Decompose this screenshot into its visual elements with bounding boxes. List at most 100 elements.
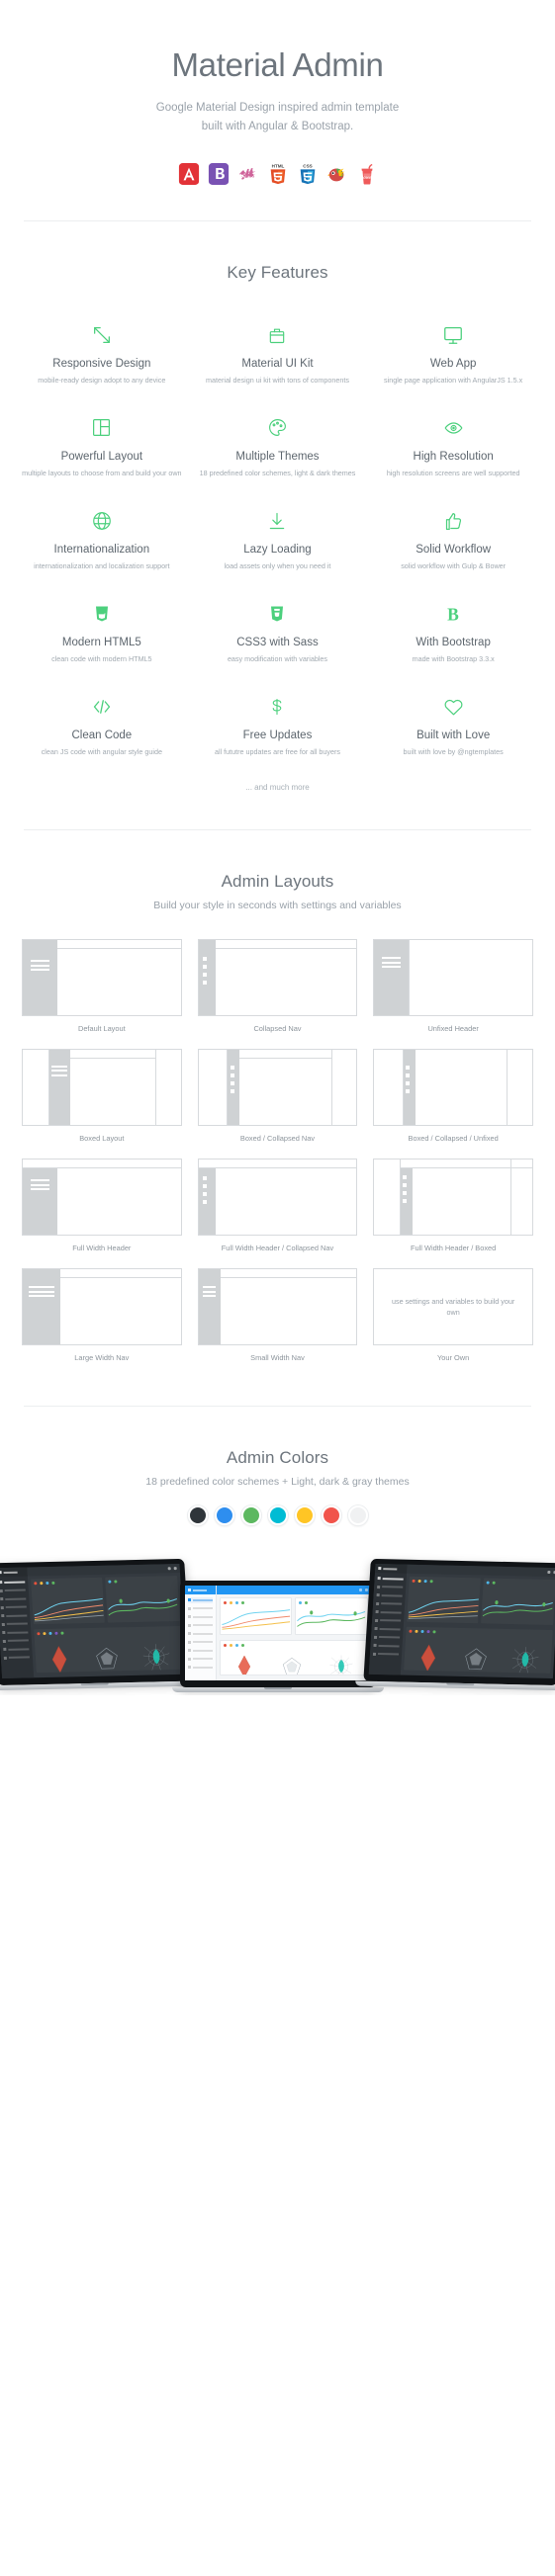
mockup-area-chart-card [105, 1576, 180, 1624]
feature-desc: material design ui kit with tons of comp… [205, 375, 349, 385]
mockup-area-chart-card [295, 1597, 368, 1636]
device-mockups [0, 1547, 555, 1695]
mockup-main [26, 1564, 186, 1677]
mockup-radar-green [142, 1644, 170, 1672]
feature-desc: solid workflow with Gulp & Bower [401, 561, 507, 570]
svg-text:bower: bower [360, 175, 373, 181]
layout-card-full-width-header-collapsed-nav[interactable]: Full Width Header / Collapsed Nav [190, 1153, 366, 1262]
hero-subtitle: Google Material Design inspired admin te… [0, 99, 555, 137]
mockup-main [400, 1565, 555, 1678]
css3-shield-icon [196, 601, 360, 627]
mockup-chart [407, 1592, 480, 1622]
blue-theme-swatch[interactable] [214, 1505, 234, 1526]
laptop-screen [0, 1564, 187, 1679]
mockup-line-chart-card [406, 1577, 482, 1624]
red-theme-swatch[interactable] [321, 1505, 341, 1526]
hamburger-icon [30, 1179, 50, 1191]
hamburger-icon [382, 957, 402, 969]
mockup-nav-item [377, 1576, 404, 1583]
feature-title: Built with Love [416, 730, 491, 742]
layout-thumbnail [197, 1268, 358, 1346]
mockup-brand [0, 1567, 28, 1578]
mockup-radar-row [34, 1632, 183, 1674]
css3-icon: CSS [300, 163, 315, 184]
features-title: Key Features [227, 262, 328, 282]
dark-theme-swatch[interactable] [187, 1505, 208, 1526]
feature-desc: clean code with modern HTML5 [51, 654, 152, 664]
feature-web-app: Web App single page application with Ang… [365, 308, 541, 401]
feature-title: Multiple Themes [235, 450, 320, 463]
feature-desc: mobile-ready design adopt to any device [38, 375, 166, 385]
layout-card-default[interactable]: Default Layout [14, 933, 190, 1043]
mockup-nav-item [376, 1600, 402, 1607]
mockup-nav-item [372, 1651, 399, 1658]
mockup-nav-item [373, 1643, 400, 1650]
cyan-theme-swatch[interactable] [267, 1505, 288, 1526]
nav-dots-icon [403, 1174, 408, 1203]
feature-free-updates: Free Updates all fututre updates are fre… [190, 680, 366, 773]
colors-header: Admin Colors 18 predefined color schemes… [0, 1407, 555, 1488]
layout-thumbnail [197, 1159, 358, 1237]
mockup-chart [32, 1593, 105, 1623]
code-brackets-icon [20, 694, 184, 720]
layouts-header: Admin Layouts Build your style in second… [0, 830, 555, 911]
feature-powerful-layout: Powerful Layout multiple layouts to choo… [14, 401, 190, 494]
mockup-legend [105, 1577, 177, 1585]
amber-theme-swatch[interactable] [294, 1505, 315, 1526]
light-theme-swatch[interactable] [347, 1505, 368, 1526]
mockup-nav-item [2, 1638, 29, 1645]
bootstrap-icon [208, 162, 229, 185]
layout-thumbnail [22, 1268, 182, 1346]
layout-card-boxed-collapsed-nav[interactable]: Boxed / Collapsed Nav [190, 1043, 366, 1153]
mockup-radar-green [511, 1647, 539, 1674]
layout-card-your-own[interactable]: use settings and variables to build your… [365, 1262, 541, 1372]
mockup-line-chart-card [30, 1578, 106, 1625]
thumbs-up-icon [371, 508, 535, 534]
layout-label: Large Width Nav [74, 1353, 130, 1363]
mockup-nav-item [188, 1605, 213, 1611]
feature-desc: single page application with AngularJS 1… [384, 375, 523, 385]
layout-card-large-width-nav[interactable]: Large Width Nav [14, 1262, 190, 1372]
tech-stack-icons: Sass HTML CSS bower [0, 157, 555, 191]
mockup-nav-item [188, 1596, 213, 1603]
mockup-main [216, 1586, 371, 1680]
layout-label: Your Own [437, 1353, 470, 1363]
layout-label: Boxed Layout [79, 1134, 125, 1144]
mockup-chart [106, 1591, 179, 1621]
feature-title: Powerful Layout [60, 450, 143, 463]
laptop-base [172, 1687, 384, 1693]
layout-card-small-width-nav[interactable]: Small Width Nav [190, 1262, 366, 1372]
layout-card-full-width-header-boxed[interactable]: Full Width Header / Boxed [365, 1153, 541, 1262]
feature-title: Material UI Kit [241, 357, 314, 370]
landing-page: Material Admin Google Material Design in… [0, 0, 555, 1695]
layout-thumbnail [22, 939, 182, 1017]
resize-arrows-icon [20, 322, 184, 348]
feature-desc: easy modification with variables [227, 654, 328, 664]
green-theme-swatch[interactable] [240, 1505, 261, 1526]
layout-thumbnail [197, 1049, 358, 1127]
layout-card-boxed[interactable]: Boxed Layout [14, 1043, 190, 1153]
feature-solid-workflow: Solid Workflow solid workflow with Gulp … [365, 494, 541, 587]
colors-title: Admin Colors [226, 1448, 329, 1468]
layout-card-full-width-header[interactable]: Full Width Header [14, 1153, 190, 1262]
mockup-radar-red [420, 1645, 435, 1673]
mockup-nav-item [188, 1665, 213, 1671]
download-arrow-icon [196, 508, 360, 534]
mockup-nav-item [0, 1588, 26, 1594]
layout-card-boxed-collapsed-unfixed[interactable]: Boxed / Collapsed / Unfixed [365, 1043, 541, 1153]
mockup-nav-item [0, 1604, 27, 1611]
features-footer-note: ... and much more [245, 783, 310, 793]
layout-label: Collapsed Nav [253, 1024, 302, 1034]
svg-text:B: B [447, 605, 459, 625]
custom-layout-placeholder: use settings and variables to build your… [392, 1296, 515, 1318]
feature-built-with-love: Built with Love built with love by @ngte… [365, 680, 541, 773]
feature-desc: internationalization and localization su… [34, 561, 170, 570]
feature-title: With Bootstrap [416, 637, 491, 649]
layout-card-unfixed-header[interactable]: Unfixed Header [365, 933, 541, 1043]
toolbox-icon [196, 322, 360, 348]
feature-title: Responsive Design [52, 357, 151, 370]
layout-card-collapsed-nav[interactable]: Collapsed Nav [190, 933, 366, 1043]
layouts-grid: Default Layout Collapsed Nav Unfixed Hea… [0, 911, 555, 1372]
mockup-chart [482, 1594, 555, 1624]
hero-section: Material Admin Google Material Design in… [0, 0, 555, 191]
